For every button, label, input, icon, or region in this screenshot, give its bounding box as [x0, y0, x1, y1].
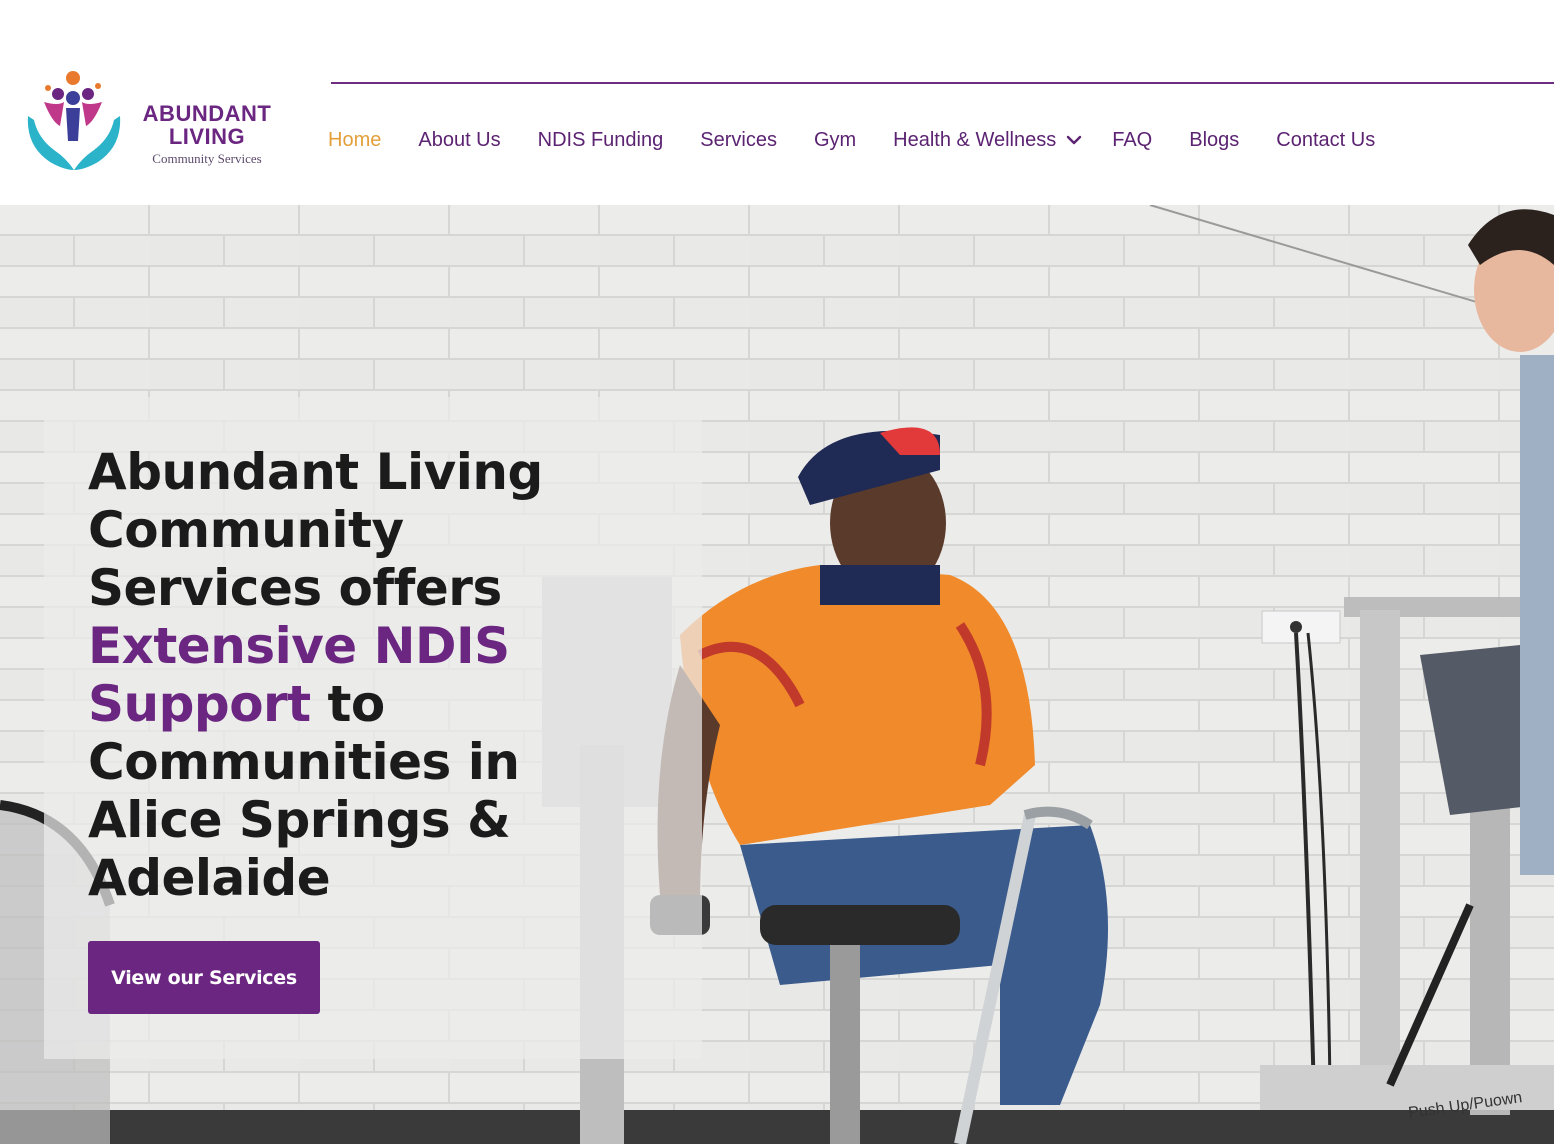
- nav-health-wellness-label: Health & Wellness: [893, 128, 1057, 151]
- hero-section: Abundant Living Community Services offer…: [0, 205, 1554, 1144]
- main-nav: Home About Us NDIS Funding Services Gym …: [328, 126, 1412, 154]
- view-services-button[interactable]: View our Services: [88, 941, 320, 1014]
- nav-contact-us[interactable]: Contact Us: [1276, 129, 1375, 152]
- nav-home[interactable]: Home: [328, 129, 381, 152]
- hero-headline-accent: Extensive NDIS Support: [88, 617, 510, 733]
- hero-headline: Abundant Living Community Services offer…: [88, 443, 608, 907]
- nav-about-us[interactable]: About Us: [418, 129, 500, 152]
- chevron-down-icon: [1067, 135, 1082, 145]
- logo-people-hands-icon: [27, 71, 121, 170]
- logo-line-2: LIVING: [168, 124, 246, 149]
- site-header: ABUNDANT LIVING Community Services Home …: [0, 0, 1554, 205]
- logo-wordmark: ABUNDANT LIVING Community Services: [134, 102, 280, 167]
- nav-blogs[interactable]: Blogs: [1189, 129, 1239, 152]
- nav-gym[interactable]: Gym: [814, 129, 856, 152]
- hero-headline-part-1: Abundant Living Community Services offer…: [88, 443, 543, 617]
- site-logo[interactable]: ABUNDANT LIVING Community Services: [20, 66, 280, 178]
- nav-faq[interactable]: FAQ: [1112, 129, 1152, 152]
- nav-ndis-funding[interactable]: NDIS Funding: [538, 129, 664, 152]
- nav-services[interactable]: Services: [700, 129, 777, 152]
- logo-line-3: Community Services: [152, 151, 262, 166]
- header-divider: [331, 82, 1554, 84]
- logo-line-1: ABUNDANT: [142, 101, 272, 126]
- nav-health-wellness[interactable]: Health & Wellness: [893, 129, 1082, 152]
- machine-label-end: own: [1491, 1089, 1524, 1111]
